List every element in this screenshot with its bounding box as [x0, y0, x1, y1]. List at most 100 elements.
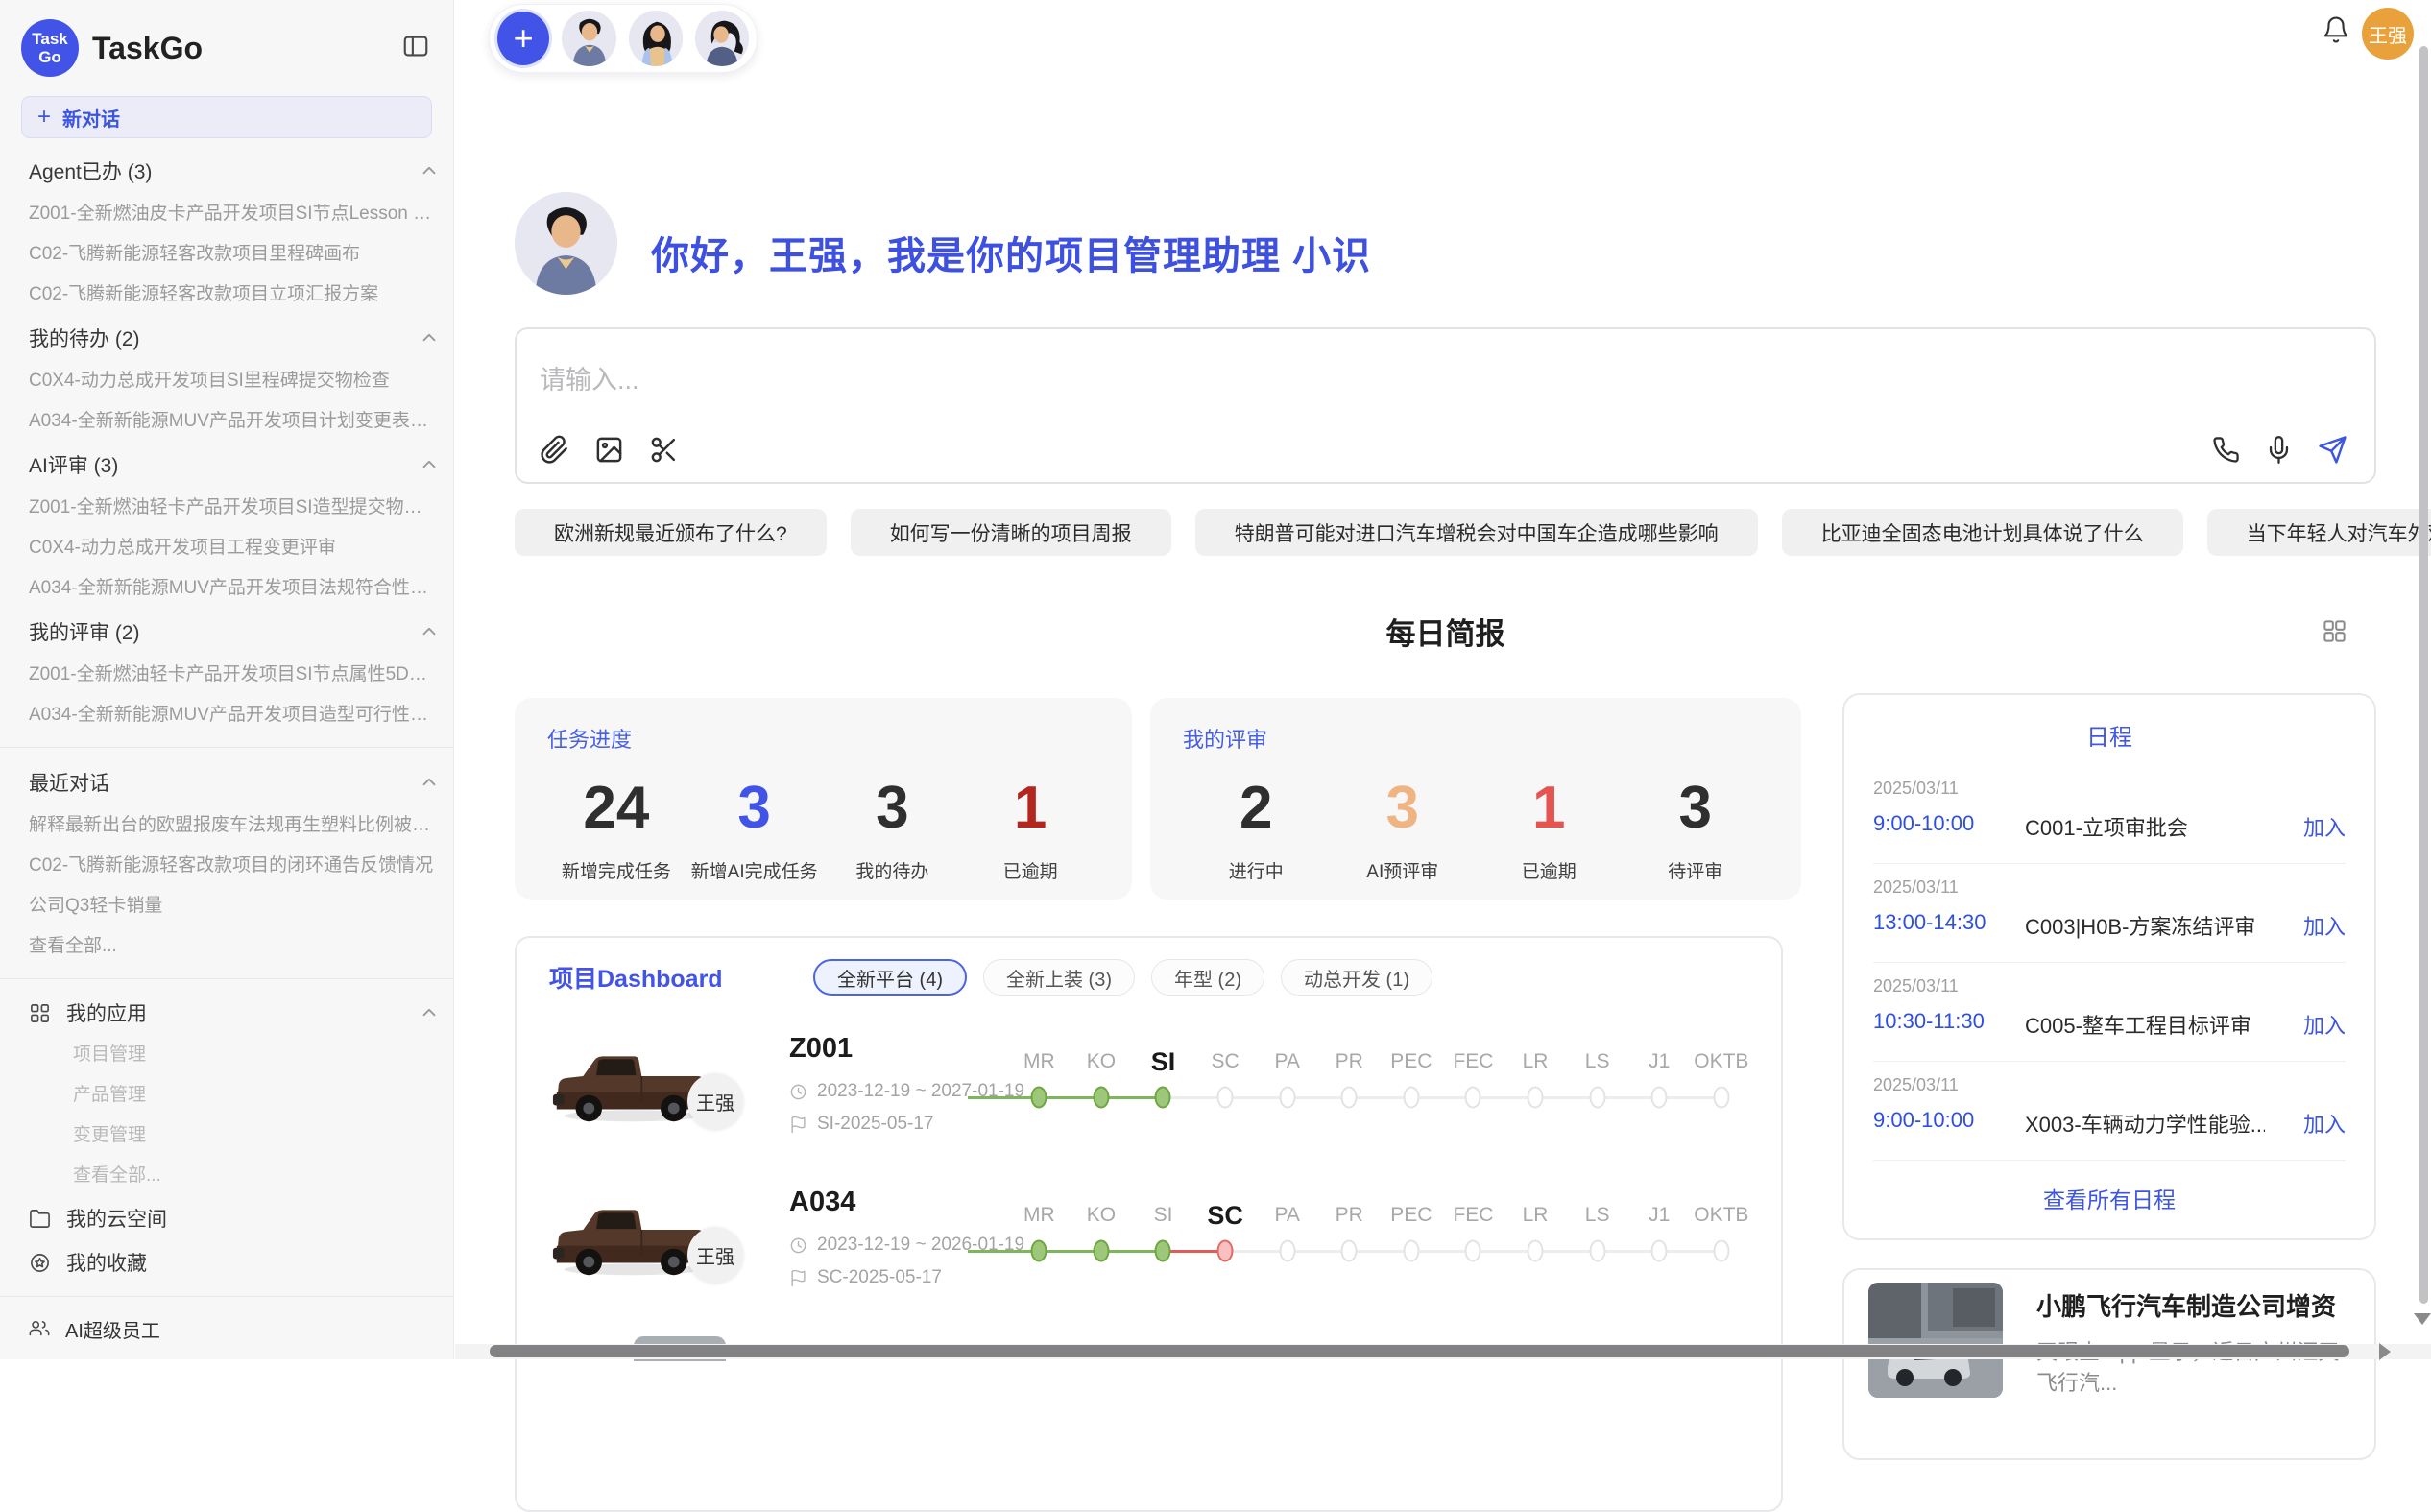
stat-item: 24新增完成任务	[547, 775, 686, 883]
milestone-dot	[1589, 1240, 1605, 1262]
sidebar-item-cloud-space[interactable]: 我的云空间	[0, 1196, 453, 1240]
chevron-up-icon[interactable]	[419, 621, 440, 642]
chevron-up-icon[interactable]	[419, 454, 440, 475]
suggestion-chip[interactable]: 如何写一份清晰的项目周报	[851, 509, 1171, 556]
sidebar-item-ai-super-staff[interactable]: AI超级员工	[0, 1308, 453, 1349]
scroll-right-arrow[interactable]	[2379, 1343, 2391, 1360]
event-name: C001-立项审批会	[2025, 811, 2265, 842]
list-item[interactable]: Z001-全新燃油皮卡产品开发项目SI节点Lesson Learn报告	[29, 194, 440, 234]
milestone-dot	[1155, 1240, 1171, 1262]
milestone-label: LR	[1504, 1043, 1567, 1081]
milestone-dot	[1155, 1087, 1171, 1109]
suggestion-chip[interactable]: 欧洲新规最近颁布了什么?	[515, 509, 827, 556]
dashboard-filter[interactable]: 全新平台 (4)	[813, 959, 967, 996]
milestone-label: J1	[1628, 1043, 1691, 1081]
list-item[interactable]: 解释最新出台的欧盟报废车法规再生塑料比例被调至15%...	[29, 805, 440, 846]
list-item[interactable]: A034-全新新能源MUV产品开发项目造型可行性评审	[29, 695, 440, 735]
suggestion-chip[interactable]: 特朗普可能对进口汽车增税会对中国车企造成哪些影响	[1195, 509, 1758, 556]
section-header[interactable]: 我的待办 (2)	[29, 315, 440, 361]
stat-label: 进行中	[1183, 857, 1330, 883]
list-item[interactable]: C02-飞腾新能源轻客改款项目立项汇报方案	[29, 275, 440, 315]
section-header[interactable]: 最近对话	[29, 759, 440, 805]
section-header[interactable]: AI评审 (3)	[29, 442, 440, 488]
project-flag-text: SI-2025-05-17	[817, 1114, 933, 1135]
milestone-columns: MRKOSISCPAPRPECFECLRLSJ1OKTB	[1008, 1196, 1753, 1267]
sidebar-item-help-me-write[interactable]: 帮我写作	[0, 1349, 453, 1359]
milestone-columns: MRKOSISCPAPRPECFECLRLSJ1OKTB	[1008, 1043, 1753, 1114]
milestone-label: LR	[1504, 1196, 1567, 1235]
join-link[interactable]: 加入	[2303, 1009, 2346, 1040]
list-item[interactable]: C0X4-动力总成开发项目SI里程碑提交物检查	[29, 361, 440, 401]
sidebar-item-my-apps[interactable]: 我的应用	[0, 991, 453, 1035]
chat-input[interactable]	[540, 366, 1980, 396]
list-item[interactable]: A034-全新新能源MUV产品开发项目计划变更表编写	[29, 401, 440, 442]
woman-avatar-2[interactable]	[695, 11, 749, 66]
stat-item: 1 已逾期	[1476, 775, 1623, 883]
section-title: AI评审 (3)	[29, 450, 118, 479]
dashboard-filter[interactable]: 全新上装 (3)	[983, 959, 1135, 996]
list-item[interactable]: Z001-全新燃油轻卡产品开发项目SI节点属性5D文件评审	[29, 655, 440, 695]
user-avatar[interactable]: 王强	[2362, 8, 2414, 60]
dashboard-filter[interactable]: 动总开发 (1)	[1281, 959, 1432, 996]
milestone-dot	[1403, 1087, 1419, 1109]
suggestion-chip[interactable]: 比亚迪全固态电池计划具体说了什么	[1782, 509, 2183, 556]
stat-value: 3	[824, 775, 962, 842]
man-avatar[interactable]	[562, 11, 615, 66]
app-subitem[interactable]: 产品管理	[0, 1075, 453, 1116]
new-chat-button[interactable]: + 新对话	[21, 96, 432, 138]
chevron-up-icon[interactable]	[419, 327, 440, 348]
milestone: KO	[1071, 1196, 1133, 1267]
stat-label: 已逾期	[1476, 857, 1623, 883]
chevron-up-icon[interactable]	[419, 772, 440, 793]
woman-avatar-1[interactable]	[629, 11, 683, 66]
join-link[interactable]: 加入	[2303, 1108, 2346, 1139]
stat-value: 1	[1476, 775, 1623, 842]
image-icon[interactable]	[594, 435, 624, 465]
scroll-down-arrow[interactable]	[2414, 1313, 2431, 1325]
project-dates-text: 2023-12-19 ~ 2027-01-19	[817, 1081, 1024, 1102]
milestone-label: PR	[1318, 1043, 1381, 1081]
notifications-bell-icon[interactable]	[2322, 15, 2350, 49]
mic-icon[interactable]	[2265, 436, 2293, 464]
list-item[interactable]: 公司Q3轻卡销量	[29, 886, 440, 926]
app-subitem[interactable]: 变更管理	[0, 1116, 453, 1156]
app-subitem[interactable]: 项目管理	[0, 1035, 453, 1075]
milestone: LS	[1566, 1196, 1628, 1267]
stat-value: 3	[1330, 775, 1477, 842]
horizontal-scrollbar[interactable]	[490, 1345, 2349, 1357]
sidebar-item-favorites[interactable]: 我的收藏	[0, 1240, 453, 1284]
phone-icon[interactable]	[2212, 436, 2240, 464]
vertical-scrollbar[interactable]	[2419, 46, 2428, 1304]
dashboard-filter[interactable]: 年型 (2)	[1151, 959, 1264, 996]
grid-view-icon[interactable]	[2322, 618, 2347, 649]
news-card[interactable]: 小鹏飞行汽车制造公司增资 天眼查 App 显示，近日广州汇天飞行汽...	[1842, 1268, 2376, 1460]
section-header[interactable]: Agent已办 (3)	[29, 148, 440, 194]
join-link[interactable]: 加入	[2303, 910, 2346, 941]
clock-icon	[789, 1236, 807, 1255]
add-session-button[interactable]: +	[497, 12, 549, 65]
stat-item: 3待评审	[1623, 775, 1769, 883]
list-item[interactable]: 查看全部...	[29, 926, 440, 967]
scissors-icon[interactable]	[649, 435, 679, 465]
milestone-label: SC	[1194, 1196, 1257, 1235]
join-link[interactable]: 加入	[2303, 811, 2346, 842]
section-header[interactable]: 我的评审 (2)	[29, 609, 440, 655]
list-item[interactable]: C02-飞腾新能源轻客改款项目里程碑画布	[29, 234, 440, 275]
list-item[interactable]: C02-飞腾新能源轻客改款项目的闭环通告反馈情况	[29, 846, 440, 886]
paperclip-icon[interactable]	[540, 435, 569, 465]
collapse-sidebar-icon[interactable]	[401, 32, 430, 65]
milestone-label: MR	[1008, 1043, 1071, 1081]
milestone-label: FEC	[1442, 1196, 1504, 1235]
chevron-up-icon[interactable]	[419, 160, 440, 181]
list-item[interactable]: A034-全新新能源MUV产品开发项目法规符合性评审	[29, 568, 440, 609]
list-item[interactable]: C0X4-动力总成开发项目工程变更评审	[29, 528, 440, 568]
divider	[0, 978, 453, 979]
project-flag-milestone: SI-2025-05-17	[789, 1114, 933, 1135]
send-icon[interactable]	[2318, 435, 2347, 465]
suggestion-chip[interactable]: 当下年轻人对汽车外观有怎样的喜好趋势	[2207, 509, 2431, 556]
list-item[interactable]: Z001-全新燃油轻卡产品开发项目SI造型提交物评审	[29, 488, 440, 528]
view-all-schedule-link[interactable]: 查看所有日程	[1873, 1182, 2346, 1214]
app-subitem[interactable]: 查看全部...	[0, 1156, 453, 1196]
stat-value: 3	[1623, 775, 1769, 842]
chevron-up-icon[interactable]	[419, 1002, 440, 1023]
